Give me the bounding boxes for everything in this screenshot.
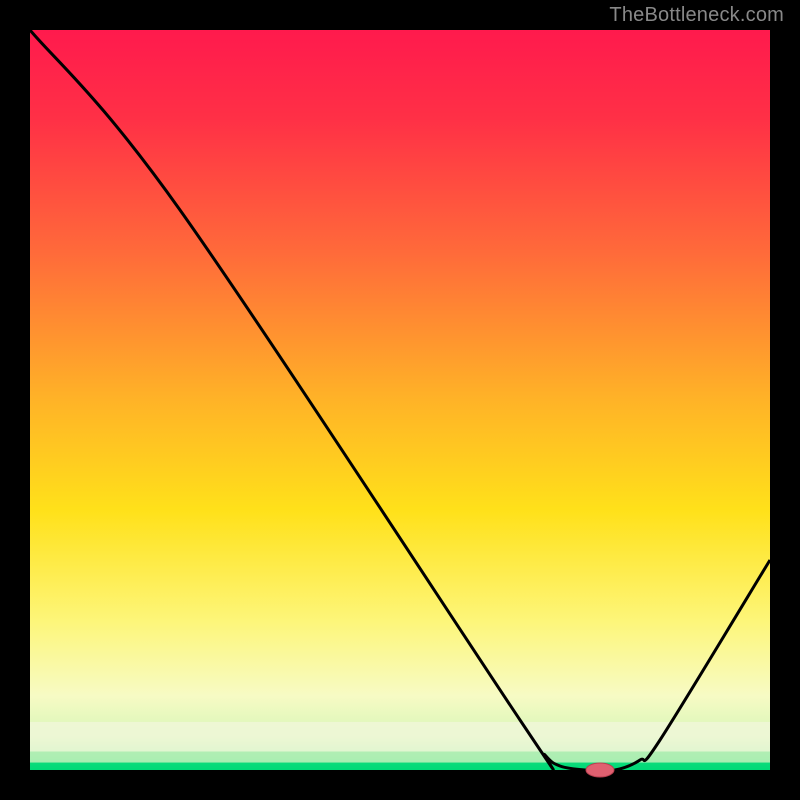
- gradient-background: [30, 30, 770, 770]
- bottleneck-chart: [0, 0, 800, 800]
- watermark-text: TheBottleneck.com: [609, 4, 784, 27]
- green-bands: [30, 722, 770, 770]
- chart-frame: { "watermark": "TheBottleneck.com", "cha…: [0, 0, 800, 800]
- optimal-point-marker: [586, 763, 614, 777]
